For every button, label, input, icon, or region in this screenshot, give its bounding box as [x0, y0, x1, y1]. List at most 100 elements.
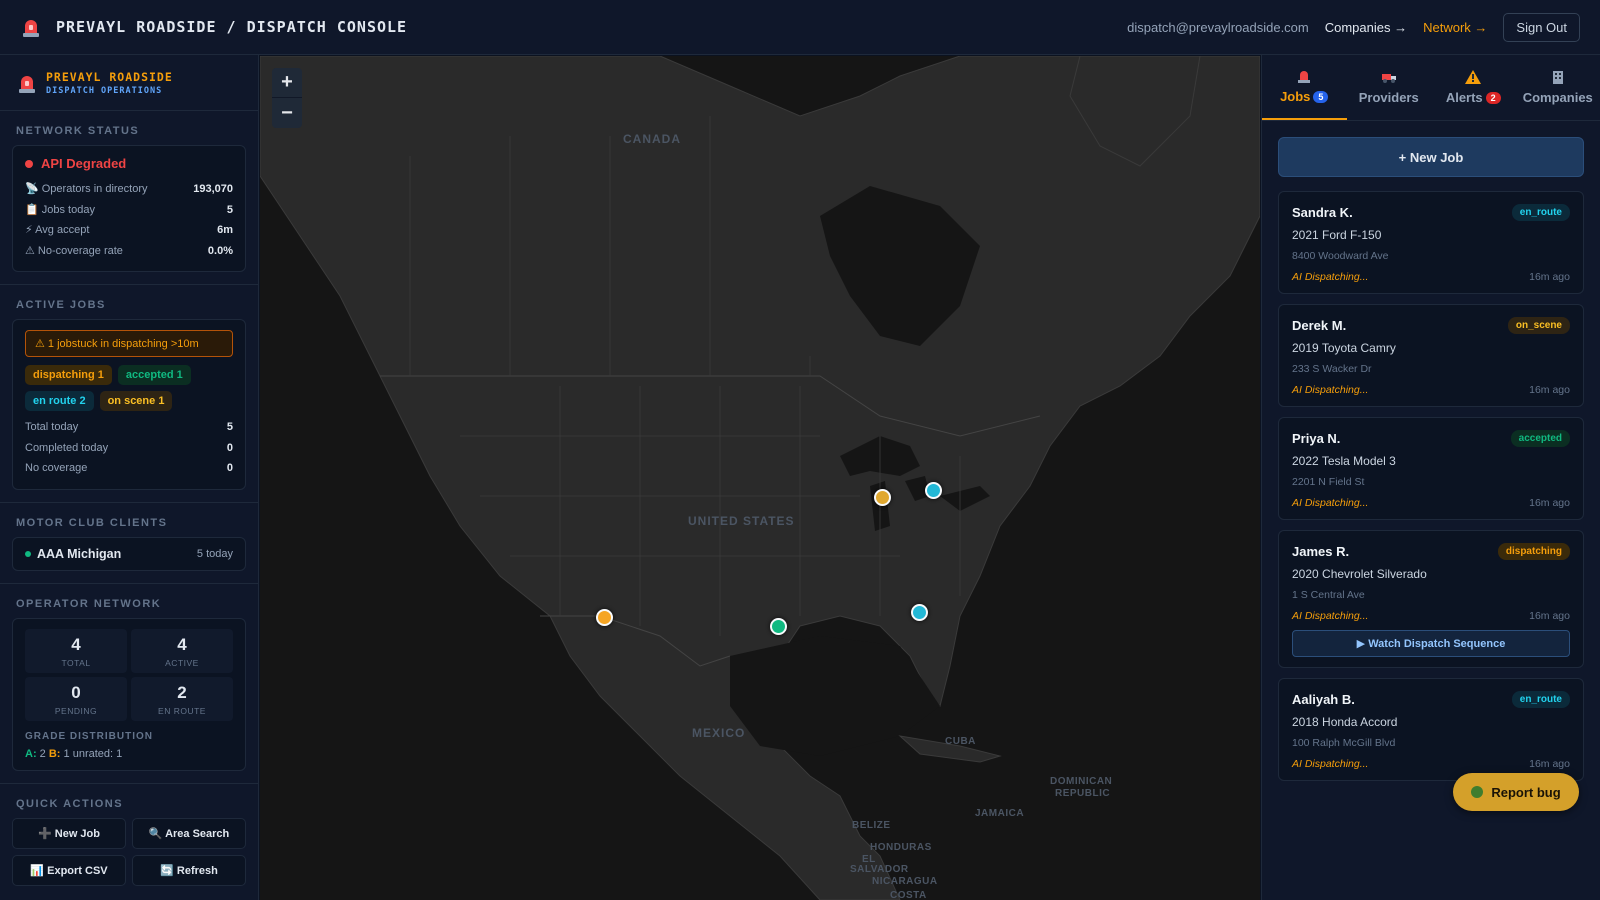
building-icon [1552, 71, 1563, 84]
motor-club-section: MOTOR CLUB CLIENTS AAA Michigan 5 today [0, 503, 258, 584]
badge-en-route[interactable]: en route 2 [25, 391, 94, 411]
panel-tabs: Jobs 5 Providers Alerts 2 Companies [1262, 55, 1600, 121]
job-vehicle: 2019 Toyota Camry [1292, 341, 1396, 355]
client-count: 5 today [196, 547, 233, 560]
map-label-united-states: UNITED STATES [688, 514, 795, 528]
export-csv-button[interactable]: 📊 Export CSV [12, 854, 126, 886]
operator-network-section: OPERATOR NETWORK 4 TOTAL 4 ACTIVE 0 PENDING… [0, 584, 258, 784]
job-age: 16m ago [1529, 497, 1570, 509]
operator-network-card: 4 TOTAL 4 ACTIVE 0 PENDING 2 EN ROUTE GRADE … [12, 617, 246, 771]
tab-providers[interactable]: Providers [1347, 55, 1432, 120]
active-jobs-card: ⚠ 1 jobstuck in dispatching >10m dispatc… [12, 319, 246, 490]
job-age: 16m ago [1529, 384, 1570, 396]
job-ai-status: AI Dispatching... [1292, 384, 1369, 396]
stat-row: Completed today 0 [25, 441, 233, 454]
job-customer-name: James R. [1292, 544, 1350, 559]
stat-total: 4 TOTAL [25, 628, 127, 673]
api-status: API Degraded [41, 156, 127, 171]
job-age: 16m ago [1529, 610, 1570, 622]
badge-accepted[interactable]: accepted 1 [117, 365, 191, 385]
job-marker-derek[interactable] [874, 489, 891, 506]
network-link[interactable]: Network → [1423, 20, 1487, 35]
job-card[interactable]: Aaliyah B. en_route 2018 Honda Accord 100… [1278, 678, 1584, 781]
tab-alerts[interactable]: Alerts 2 [1431, 55, 1516, 120]
map-label-mexico: MEXICO [692, 726, 746, 740]
network-status-card: API Degraded 📡 Operators in directory 193… [12, 145, 246, 272]
job-vehicle: 2022 Tesla Model 3 [1292, 454, 1396, 468]
job-address: 233 S Wacker Dr [1292, 363, 1372, 375]
map-label-salvador: SALVADOR [850, 864, 909, 875]
stat-en-route: 2 EN ROUTE [131, 676, 233, 721]
section-title: QUICK ACTIONS [16, 797, 124, 810]
zoom-in-button[interactable]: + [272, 68, 302, 98]
watch-dispatch-sequence-button[interactable]: ▶ Watch Dispatch Sequence [1292, 630, 1570, 657]
job-ai-status: AI Dispatching... [1292, 271, 1369, 283]
alerts-count-badge: 2 [1485, 92, 1501, 104]
quick-actions-section: QUICK ACTIONS ➕ New Job 🔍 Area Search 📊 … [0, 784, 258, 898]
job-address: 1 S Central Ave [1292, 589, 1365, 601]
job-status-badge: en_route [1511, 204, 1570, 221]
map-label-nicaragua: NICARAGUA [872, 876, 938, 887]
stat-row: 📋 Jobs today 5 [25, 203, 233, 216]
map-label-republic: REPUBLIC [1055, 788, 1111, 799]
map-label-belize: BELIZE [852, 820, 891, 831]
app-title: PREVAYL ROADSIDE / DISPATCH CONSOLE [56, 18, 408, 36]
report-bug-button[interactable]: Report bug [1453, 773, 1579, 811]
stat-pending: 0 PENDING [25, 676, 127, 721]
siren-icon [23, 20, 39, 37]
brand-subtitle: DISPATCH OPERATIONS [46, 85, 163, 96]
badge-dispatching[interactable]: dispatching 1 [25, 365, 112, 385]
map-label-canada: CANADA [623, 132, 681, 146]
job-ai-status: AI Dispatching... [1292, 758, 1369, 770]
new-job-button[interactable]: + New Job [1278, 137, 1584, 177]
job-vehicle: 2021 Ford F-150 [1292, 228, 1382, 242]
section-title: OPERATOR NETWORK [16, 597, 162, 610]
refresh-button[interactable]: 🔄 Refresh [132, 854, 246, 886]
map-label-honduras: HONDURAS [870, 842, 932, 853]
section-title: NETWORK STATUS [16, 125, 140, 137]
new-job-quick-button[interactable]: ➕ New Job [12, 817, 126, 849]
map-label-jamaica: JAMAICA [975, 808, 1025, 819]
user-email: dispatch@prevaylroadside.com [1127, 19, 1309, 35]
siren-icon [1298, 71, 1311, 83]
job-customer-name: Aaliyah B. [1292, 692, 1355, 707]
area-search-button[interactable]: 🔍 Area Search [132, 817, 246, 849]
stat-active: 4 ACTIVE [131, 628, 233, 673]
job-marker-priya[interactable] [770, 618, 787, 635]
badge-on-scene[interactable]: on scene 1 [99, 391, 173, 411]
job-marker-aaliyah[interactable] [911, 604, 928, 621]
tab-jobs[interactable]: Jobs 5 [1262, 55, 1347, 120]
jobs-count-badge: 5 [1313, 91, 1329, 103]
zoom-control: + − [272, 68, 302, 128]
job-ai-status: AI Dispatching... [1292, 610, 1369, 622]
companies-link[interactable]: Companies → [1325, 20, 1407, 35]
section-title: ACTIVE JOBS [16, 299, 106, 311]
job-ai-status: AI Dispatching... [1292, 497, 1369, 509]
stat-row: ⚡ Avg accept 6m [25, 224, 233, 236]
stuck-job-warning[interactable]: ⚠ 1 jobstuck in dispatching >10m [25, 330, 233, 357]
job-age: 16m ago [1529, 271, 1570, 283]
tab-companies[interactable]: Companies [1516, 55, 1600, 120]
left-sidebar: PREVAYL ROADSIDE DISPATCH OPERATIONS NET… [0, 55, 259, 900]
job-vehicle: 2020 Chevrolet Silverado [1292, 567, 1427, 581]
stat-row: ⚠ No-coverage rate 0.0% [25, 244, 233, 257]
map-label-dominican: DOMINICAN [1050, 776, 1113, 787]
job-card[interactable]: James R. dispatching 2020 Chevrolet Silve… [1278, 530, 1584, 668]
dispatch-map[interactable]: + − CANADA UNITED STATES MEXICO CUBA DOM… [260, 56, 1260, 900]
grade-distribution-title: GRADE DISTRIBUTION [25, 730, 153, 742]
sign-out-button[interactable]: Sign Out [1503, 12, 1580, 42]
job-age: 16m ago [1529, 758, 1570, 770]
job-card[interactable]: Sandra K. en_route 2021 Ford F-150 8400 W… [1278, 191, 1584, 294]
client-name: AAA Michigan [37, 546, 122, 561]
truck-icon [1381, 74, 1396, 83]
client-row[interactable]: AAA Michigan 5 today [12, 536, 246, 571]
job-marker-james[interactable] [596, 609, 613, 626]
job-card[interactable]: Priya N. accepted 2022 Tesla Model 3 2201… [1278, 417, 1584, 520]
brand-name: PREVAYL ROADSIDE [46, 69, 173, 84]
job-marker-sandra[interactable] [925, 482, 942, 499]
warning-icon [1465, 70, 1482, 84]
bug-icon [1471, 786, 1484, 798]
status-dot-icon [25, 159, 33, 168]
zoom-out-button[interactable]: − [272, 98, 302, 128]
job-card[interactable]: Derek M. on_scene 2019 Toyota Camry 233 S… [1278, 304, 1584, 407]
